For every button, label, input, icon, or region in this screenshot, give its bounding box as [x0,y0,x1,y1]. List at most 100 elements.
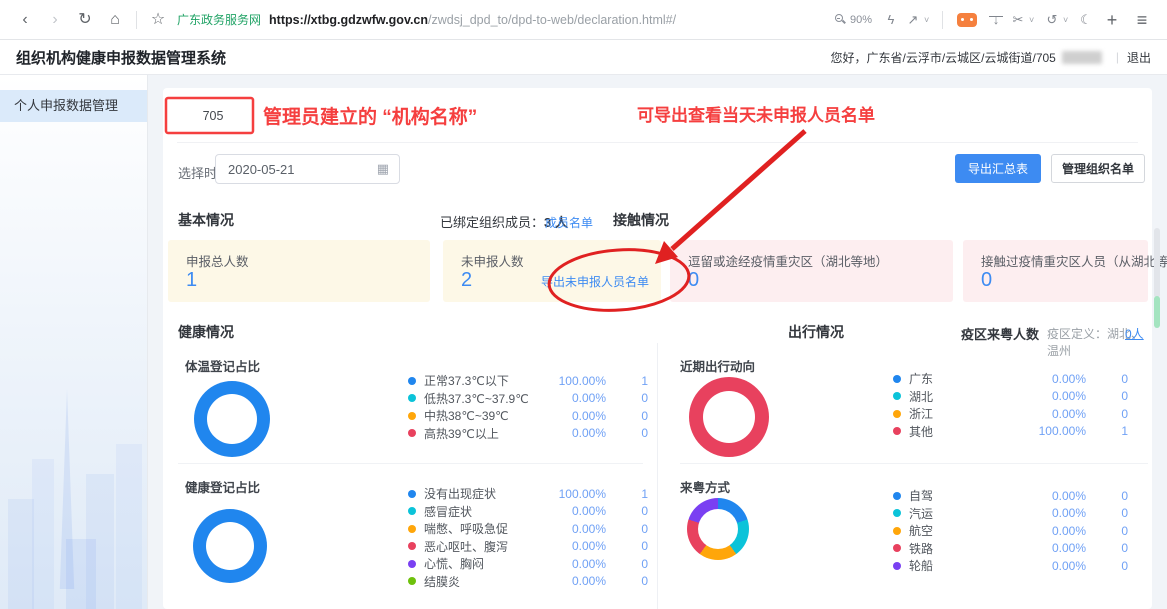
chart-title: 健康登记占比 [185,477,260,496]
night-mode-icon[interactable]: ☾ [1075,12,1097,28]
donut-chart [687,498,749,560]
legend-count: 0 [1086,389,1128,403]
page: ‹ › ↻ ⌂ ☆ 广东政务服务网 https://xtbg.gdzwfw.go… [0,0,1167,609]
chart-recent-travel: 近期出行动向 广东0.00%0湖北0.00%0浙江0.00%0其他100.00%… [673,352,1148,462]
legend-label: 其他 [909,423,1022,440]
app-header: 组织机构健康申报数据管理系统 您好，广东省/云浮市/云城区/云城街道/705 |… [0,40,1167,75]
legend-label: 低热37.3℃~37.9℃ [424,390,542,407]
scrollbar-thumb[interactable] [1154,228,1160,298]
legend-dot-icon [408,560,416,568]
user-greeting: 您好，广东省/云浮市/云城区/云城街道/705 [831,49,1056,66]
new-tab-icon[interactable]: + [1097,0,1127,40]
legend-percent: 100.00% [542,374,606,388]
forward-icon[interactable]: › [40,0,70,40]
menu-icon[interactable]: ≡ [1127,0,1157,40]
chart-temperature-ratio: 体温登记占比 正常37.3℃以下100.00%1 低热37.3℃~37.9℃0.0… [178,352,648,462]
legend-count: 0 [606,539,648,553]
dashboard-card: 705 选择时间 2020-05-21 ▦ 导出汇总表 管理组织名单 基本情况 … [163,88,1152,609]
section-title-travel: 出行情况 [788,322,844,342]
legend-count: 0 [606,504,648,518]
scissors-icon[interactable]: ✂ [1007,12,1029,28]
legend-count: 1 [606,374,648,388]
section-title-basic: 基本情况 [178,210,234,230]
legend-percent: 0.00% [1022,389,1086,403]
stat-label: 未申报人数 [461,251,524,270]
legend-count: 0 [606,557,648,571]
stat-label: 申报总人数 [186,251,249,270]
refresh-icon[interactable]: ↻ [70,0,100,40]
legend-label: 高热39℃以上 [424,425,542,442]
legend-percent: 0.00% [1022,506,1086,520]
org-name: 705 [183,109,243,123]
manage-org-list-button[interactable]: 管理组织名单 [1051,154,1145,183]
legend-percent: 0.00% [1022,524,1086,538]
legend-count: 0 [606,574,648,588]
chart-title: 体温登记占比 [185,356,260,375]
legend-dot-icon [893,392,901,400]
legend-dot-icon [893,410,901,418]
gamepad-icon[interactable] [957,13,977,27]
legend-item: 中热38℃~39℃0.00%0 [408,407,648,425]
site-verified-label[interactable]: 广东政务服务网 [177,11,261,28]
redacted-username [1062,51,1102,64]
legend-item: 心慌、胸闷0.00%0 [408,555,648,573]
date-value: 2020-05-21 [228,162,377,177]
legend-count: 1 [1086,424,1128,438]
share-icon[interactable]: ↗ [902,12,924,28]
share-dropdown-icon[interactable]: ˅ [924,15,936,25]
legend-item: 低热37.3℃~37.9℃0.00%0 [408,390,648,408]
export-summary-button[interactable]: 导出汇总表 [955,154,1041,183]
chart-legend: 正常37.3℃以下100.00%1 低热37.3℃~37.9℃0.00%0中热38… [408,372,648,442]
legend-label: 浙江 [909,405,1022,422]
sidebar-item-personal-declaration[interactable]: 个人申报数据管理 [0,90,147,122]
stat-card-contacted-epidemic-person: 接触过疫情重灾区人员（从湖北等地返回） 0 [963,240,1148,302]
export-undeclared-link[interactable]: 导出未申报人员名单 [541,273,649,290]
legend-label: 正常37.3℃以下 [424,372,542,389]
address-bar[interactable]: https://xtbg.gdzwfw.gov.cn/zwdsj_dpd_to/… [269,13,676,27]
date-picker-input[interactable]: 2020-05-21 ▦ [215,154,400,184]
divider [680,463,1148,464]
undo-icon[interactable]: ↺ [1041,12,1063,28]
legend-item: 结膜炎0.00%0 [408,573,648,591]
annotation-export-note: 可导出查看当天未申报人员名单 [637,101,875,126]
legend-percent: 100.00% [1022,424,1086,438]
chart-health-ratio: 健康登记占比 没有出现症状100.00%1感冒症状0.00%0喘憋、呼吸急促0.… [178,473,648,609]
divider [136,11,137,29]
legend-dot-icon [408,377,416,385]
divider [177,142,1138,143]
flash-icon[interactable]: ϟ [880,12,902,27]
stat-label: 接触过疫情重灾区人员（从湖北等地返回） [981,251,1167,270]
divider [942,11,943,29]
legend-dot-icon [893,509,901,517]
legend-count: 0 [1086,506,1128,520]
legend-dot-icon [893,427,901,435]
download-icon[interactable]: ↓ [985,12,1007,27]
bookmark-star-icon[interactable]: ☆ [143,0,173,40]
stat-value: 1 [186,269,197,292]
legend-count: 0 [1086,541,1128,555]
scissors-dropdown-icon[interactable]: ˅ [1029,15,1041,25]
legend-dot-icon [408,412,416,420]
legend-label: 轮船 [909,557,1022,574]
legend-item: 湖北0.00%0 [893,388,1128,406]
legend-percent: 0.00% [542,391,606,405]
zoom-control[interactable]: 90% [835,14,872,26]
divider [178,463,643,464]
legend-dot-icon [893,562,901,570]
legend-item: 没有出现症状100.00%1 [408,485,648,503]
home-icon[interactable]: ⌂ [100,0,130,40]
divider: | [1116,50,1119,64]
legend-count: 0 [1086,489,1128,503]
legend-percent: 0.00% [542,504,606,518]
legend-percent: 0.00% [1022,372,1086,386]
logout-link[interactable]: 退出 [1127,49,1151,66]
legend-item: 广东0.00%0 [893,370,1128,388]
chart-title: 近期出行动向 [680,356,755,375]
scrollbar-marker [1154,296,1160,328]
section-title-contact: 接触情况 [613,210,669,230]
legend-dot-icon [408,577,416,585]
epidemic-arrivals-link[interactable]: 0人 [1125,325,1144,342]
back-icon[interactable]: ‹ [10,0,40,40]
undo-dropdown-icon[interactable]: ˅ [1063,15,1075,25]
member-list-link[interactable]: 成员名单 [545,214,593,231]
